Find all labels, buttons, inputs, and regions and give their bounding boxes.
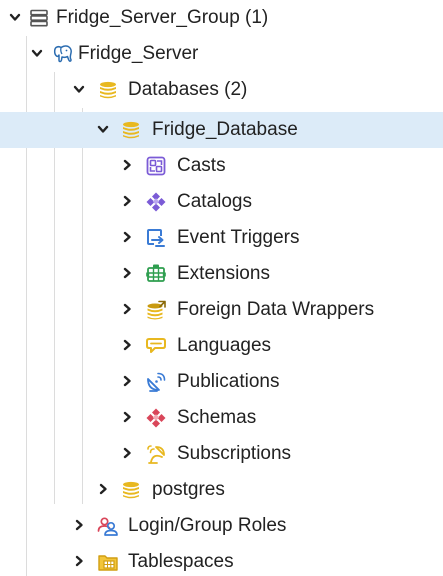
chevron-right-icon[interactable] — [120, 194, 134, 208]
tree-node-label: Schemas — [177, 407, 257, 428]
tree-node-label: Fridge_Server_Group (1) — [56, 7, 269, 28]
chevron-right-icon[interactable] — [120, 230, 134, 244]
tree-node-label: Foreign Data Wrappers — [177, 299, 375, 320]
chevron-right-icon[interactable] — [120, 338, 134, 352]
chevron-down-icon[interactable] — [72, 82, 86, 96]
tree-node-server[interactable]: Fridge_Server — [0, 36, 443, 72]
tree-node-label: Tablespaces — [128, 551, 234, 572]
tree-node-label: Fridge_Database — [152, 119, 298, 140]
database-icon — [100, 81, 116, 99]
database-icon — [123, 481, 139, 499]
chevron-right-icon[interactable] — [120, 446, 134, 460]
tree-node-publications[interactable]: Publications — [0, 364, 443, 400]
casts-icon — [146, 156, 166, 176]
tree-node-label: Catalogs — [177, 191, 252, 212]
catalogs-icon — [146, 192, 166, 212]
tree-node-label: Fridge_Server — [78, 43, 199, 64]
event-triggers-icon — [147, 229, 165, 247]
tree-node-label: Subscriptions — [177, 443, 292, 464]
database-icon — [123, 121, 139, 139]
postgres-elephant-icon — [53, 45, 72, 63]
tree-node-label: Event Triggers — [177, 227, 300, 248]
tree-node-label: Extensions — [177, 263, 270, 284]
schemas-icon — [146, 408, 166, 428]
chevron-down-icon[interactable] — [8, 10, 22, 24]
publications-icon — [147, 372, 166, 392]
tree-node-event-triggers[interactable]: Event Triggers — [0, 220, 443, 256]
tree-node-label: Casts — [177, 155, 226, 176]
tree-node-schemas[interactable]: Schemas — [0, 400, 443, 436]
foreign-data-wrappers-icon — [147, 300, 166, 320]
tree-node-login-group-roles[interactable]: Login/Group Roles — [0, 508, 443, 544]
chevron-right-icon[interactable] — [120, 266, 134, 280]
tablespaces-icon — [98, 555, 118, 571]
chevron-right-icon[interactable] — [120, 374, 134, 388]
tree-node-casts[interactable]: Casts — [0, 148, 443, 184]
tree-node-databases[interactable]: Databases (2) — [0, 72, 443, 108]
tree-node-label: Login/Group Roles — [128, 515, 287, 536]
chevron-right-icon[interactable] — [72, 554, 86, 568]
chevron-down-icon[interactable] — [96, 122, 110, 136]
chevron-right-icon[interactable] — [120, 158, 134, 172]
tree-node-foreign-data-wrappers[interactable]: Foreign Data Wrappers — [0, 292, 443, 328]
tree-node-languages[interactable]: Languages — [0, 328, 443, 364]
tree-node-postgres[interactable]: postgres — [0, 472, 443, 508]
chevron-right-icon[interactable] — [96, 482, 110, 496]
tree-node-label: postgres — [152, 479, 225, 500]
extensions-icon — [146, 264, 166, 282]
tree-node-tablespaces[interactable]: Tablespaces — [0, 544, 443, 576]
object-explorer-tree: Fridge_Server_Group (1) Fridge_Server Da… — [0, 0, 443, 576]
chevron-down-icon[interactable] — [30, 46, 44, 60]
tree-node-fridge-database[interactable]: Fridge_Database — [0, 112, 443, 148]
tree-node-server-group[interactable]: Fridge_Server_Group (1) — [0, 0, 443, 36]
tree-node-catalogs[interactable]: Catalogs — [0, 184, 443, 220]
tree-node-extensions[interactable]: Extensions — [0, 256, 443, 292]
tree-node-subscriptions[interactable]: Subscriptions — [0, 436, 443, 472]
login-group-roles-icon — [97, 517, 118, 536]
chevron-right-icon[interactable] — [120, 302, 134, 316]
tree-node-label: Languages — [177, 335, 272, 356]
chevron-right-icon[interactable] — [72, 518, 86, 532]
languages-icon — [146, 338, 166, 353]
server-group-icon — [30, 9, 48, 27]
tree-node-label: Publications — [177, 371, 280, 392]
chevron-right-icon[interactable] — [120, 410, 134, 424]
subscriptions-icon — [147, 445, 165, 464]
tree-node-label: Databases (2) — [128, 79, 248, 100]
